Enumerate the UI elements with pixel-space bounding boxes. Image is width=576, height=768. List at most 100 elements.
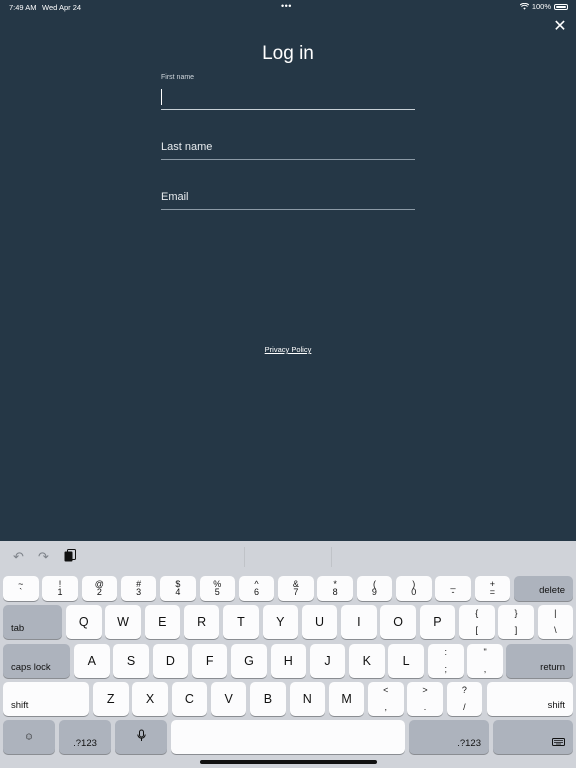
key-w[interactable]: W xyxy=(105,605,141,639)
key-h[interactable]: H xyxy=(270,644,306,678)
last-name-placeholder: Last name xyxy=(161,141,213,153)
key-bottom-label: 9 xyxy=(371,587,377,597)
key-label: H xyxy=(283,654,293,668)
key-j[interactable]: J xyxy=(309,644,346,678)
key-6[interactable]: ^ 6 xyxy=(238,576,275,601)
microphone-icon xyxy=(115,729,167,745)
first-name-field[interactable]: First name xyxy=(161,72,415,110)
key-3[interactable]: #3 xyxy=(120,576,157,601)
status-bar: 7:49 AM Wed Apr 24 ••• 100% xyxy=(0,0,576,14)
key-sym-0[interactable]: <, xyxy=(368,682,404,716)
key-m[interactable]: M xyxy=(328,682,365,716)
key-label: T xyxy=(237,615,245,629)
key-sym-0[interactable]: {[ xyxy=(459,605,495,639)
first-name-label: First name xyxy=(161,74,195,81)
field-underline xyxy=(161,159,415,160)
home-indicator[interactable] xyxy=(200,760,377,764)
key-10[interactable]: ) 0 xyxy=(396,576,432,601)
key-bottom-label: 7 xyxy=(293,587,299,597)
key-v[interactable]: V xyxy=(210,682,247,716)
key-t[interactable]: T xyxy=(223,605,259,639)
key-u[interactable]: U xyxy=(301,605,338,639)
key-0[interactable]: ~ ` xyxy=(3,576,39,601)
key-9[interactable]: (9 xyxy=(356,576,393,601)
paste-icon[interactable] xyxy=(64,549,76,565)
battery-icon xyxy=(554,3,568,10)
key-top-label: { xyxy=(475,608,479,618)
key-p[interactable]: P xyxy=(419,605,456,639)
shift-key-label: shift xyxy=(11,700,29,711)
key-o[interactable]: O xyxy=(380,605,416,639)
delete-key[interactable]: delete xyxy=(514,576,573,601)
key-11[interactable]: _ - xyxy=(435,576,471,601)
shift-left-key[interactable]: shift xyxy=(3,682,89,716)
key-label: J xyxy=(324,654,331,668)
key-r[interactable]: R xyxy=(183,605,220,639)
toolbar-divider xyxy=(244,547,245,567)
numbers-key-right[interactable]: .?123 xyxy=(409,720,489,754)
key-label: I xyxy=(357,615,361,629)
wifi-icon xyxy=(519,3,529,10)
dictation-key[interactable] xyxy=(115,720,167,754)
key-1[interactable]: ! 1 xyxy=(42,576,78,601)
key-k[interactable]: K xyxy=(349,644,385,678)
numbers-key-label: .?123 xyxy=(73,738,97,749)
last-name-field[interactable]: Last name xyxy=(161,138,415,160)
key-sym-2[interactable]: | \ xyxy=(537,605,574,639)
toolbar-divider xyxy=(331,547,332,567)
key-top-label: " xyxy=(483,647,487,657)
key-8[interactable]: * 8 xyxy=(317,576,353,601)
tab-key[interactable]: tab xyxy=(3,605,62,639)
key-2[interactable]: @2 xyxy=(81,576,118,601)
key-a[interactable]: A xyxy=(74,644,110,678)
hide-keyboard-key[interactable] xyxy=(493,720,573,754)
key-z[interactable]: Z xyxy=(93,682,129,716)
key-sym-1[interactable]: ", xyxy=(467,644,503,678)
key-label: C xyxy=(184,692,194,706)
caps-lock-key[interactable]: caps lock xyxy=(3,644,70,678)
key-label: S xyxy=(126,654,136,668)
close-icon[interactable]: ✕ xyxy=(553,19,567,35)
key-q[interactable]: Q xyxy=(66,605,102,639)
key-5[interactable]: % 5 xyxy=(199,576,235,601)
email-field[interactable]: Email xyxy=(161,188,415,210)
key-x[interactable]: X xyxy=(132,682,168,716)
privacy-policy-link[interactable]: Privacy Policy xyxy=(0,345,576,354)
shift-right-key[interactable]: shift xyxy=(487,682,573,716)
key-sym-1[interactable]: >. xyxy=(407,682,443,716)
key-sym-2[interactable]: ? / xyxy=(446,682,483,716)
key-f[interactable]: F xyxy=(191,644,228,678)
key-c[interactable]: C xyxy=(171,682,208,716)
key-d[interactable]: D xyxy=(152,644,189,678)
space-key[interactable] xyxy=(171,720,405,754)
key-7[interactable]: & 7 xyxy=(278,576,314,601)
key-y[interactable]: Y xyxy=(262,605,298,639)
key-b[interactable]: B xyxy=(250,682,286,716)
key-label: U xyxy=(315,615,325,629)
key-sym-0[interactable]: :; xyxy=(428,644,464,678)
key-bottom-label: - xyxy=(451,587,455,597)
emoji-key[interactable]: ☺ xyxy=(3,720,55,754)
key-i[interactable]: I xyxy=(341,605,377,639)
key-top-label: | xyxy=(554,608,557,618)
key-12[interactable]: + = xyxy=(474,576,511,601)
keyboard-hide-icon xyxy=(552,738,565,751)
return-key[interactable]: return xyxy=(506,644,573,678)
multitasking-dots[interactable]: ••• xyxy=(281,1,292,11)
key-label: G xyxy=(244,654,254,668)
key-label: P xyxy=(433,615,442,629)
redo-icon[interactable]: ↷ xyxy=(38,549,49,565)
key-label: B xyxy=(263,692,273,706)
key-n[interactable]: N xyxy=(289,682,325,716)
key-sym-1[interactable]: }] xyxy=(498,605,534,639)
undo-icon[interactable]: ↶ xyxy=(13,549,24,565)
key-e[interactable]: E xyxy=(144,605,181,639)
delete-key-label: delete xyxy=(539,585,565,596)
numbers-key-left[interactable]: .?123 xyxy=(59,720,111,754)
key-4[interactable]: $4 xyxy=(160,576,196,601)
key-s[interactable]: S xyxy=(113,644,149,678)
key-l[interactable]: L xyxy=(388,644,424,678)
key-g[interactable]: G xyxy=(231,644,267,678)
key-bottom-label: [ xyxy=(475,625,478,635)
tab-key-label: tab xyxy=(11,623,25,634)
